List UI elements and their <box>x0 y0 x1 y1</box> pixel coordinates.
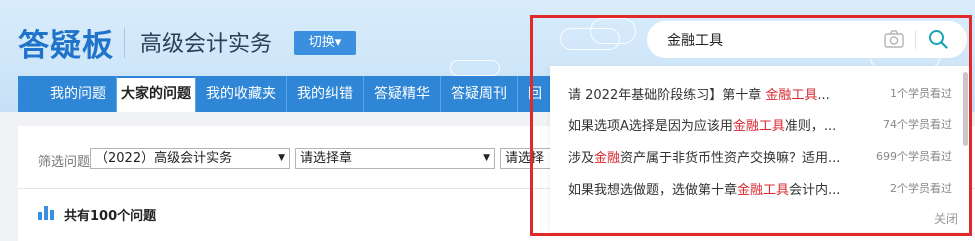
chevron-down-icon: ▼ <box>483 153 490 163</box>
tab-qa-weekly[interactable]: 答疑周刊 <box>441 76 518 112</box>
subject-select[interactable]: （2022）高级会计实务 ▼ <box>90 148 290 169</box>
subject-title: 高级会计实务 <box>140 32 273 57</box>
chevron-down-icon: ▼ <box>278 153 285 163</box>
site-logo[interactable]: 答疑板 <box>18 20 114 65</box>
subject-select-value: （2022）高级会计实务 <box>95 151 233 166</box>
tab-my-questions[interactable]: 我的问题 <box>18 76 117 112</box>
chapter-select-value: 请选择章 <box>300 151 353 166</box>
tab-qa-highlights[interactable]: 答疑精华 <box>364 76 441 112</box>
switch-subject-button[interactable]: 切换▾ <box>294 31 356 55</box>
nav-tabs: 我的问题 大家的问题 我的收藏夹 我的纠错 答疑精华 答疑周刊 回 <box>18 76 553 112</box>
question-count: 共有100个问题 <box>64 209 157 224</box>
tab-my-favorites[interactable]: 我的收藏夹 <box>196 76 287 112</box>
chapter-select[interactable]: 请选择章 ▼ <box>295 148 495 169</box>
cloud-decoration <box>450 60 500 76</box>
tab-my-corrections[interactable]: 我的纠错 <box>287 76 364 112</box>
filter-label: 筛选问题 <box>38 155 91 170</box>
logo-divider <box>124 28 125 58</box>
tab-everyone-questions[interactable]: 大家的问题 <box>117 76 196 112</box>
bar-chart-icon <box>38 206 54 220</box>
highlight-frame <box>530 15 972 236</box>
